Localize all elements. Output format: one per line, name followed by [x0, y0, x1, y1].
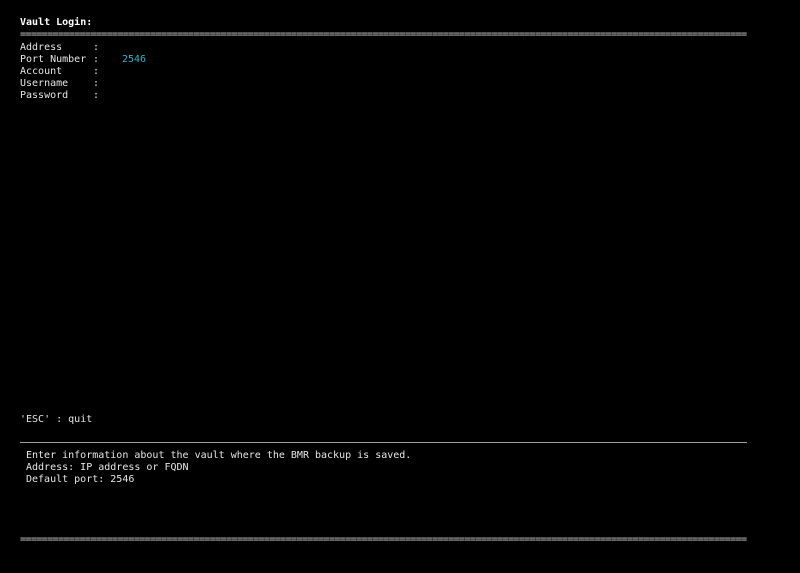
address-field[interactable]: [122, 42, 322, 54]
port-number-label: Port Number: [20, 54, 87, 65]
port-number-colon: :: [93, 54, 100, 65]
account-colon: :: [93, 66, 100, 77]
page-title: Vault Login:: [20, 17, 93, 28]
account-field[interactable]: [122, 66, 322, 78]
username-field[interactable]: [122, 78, 322, 90]
account-label: Account: [20, 66, 63, 77]
port-number-field[interactable]: 2546: [122, 54, 322, 66]
divider-top: ========================================…: [20, 29, 747, 40]
password-colon: :: [93, 90, 100, 101]
username-colon: :: [93, 78, 100, 89]
password-field[interactable]: [122, 90, 322, 102]
address-label: Address: [20, 42, 63, 53]
divider-middle: [20, 442, 747, 443]
help-text-line: Enter information about the vault where …: [26, 450, 412, 461]
password-label: Password: [20, 90, 69, 101]
address-colon: :: [93, 42, 100, 53]
username-label: Username: [20, 78, 69, 89]
help-text-line: Default port: 2546: [26, 474, 135, 485]
help-text-line: Address: IP address or FQDN: [26, 462, 189, 473]
divider-bottom: ========================================…: [20, 534, 747, 545]
esc-quit-hint: 'ESC' : quit: [20, 414, 93, 425]
